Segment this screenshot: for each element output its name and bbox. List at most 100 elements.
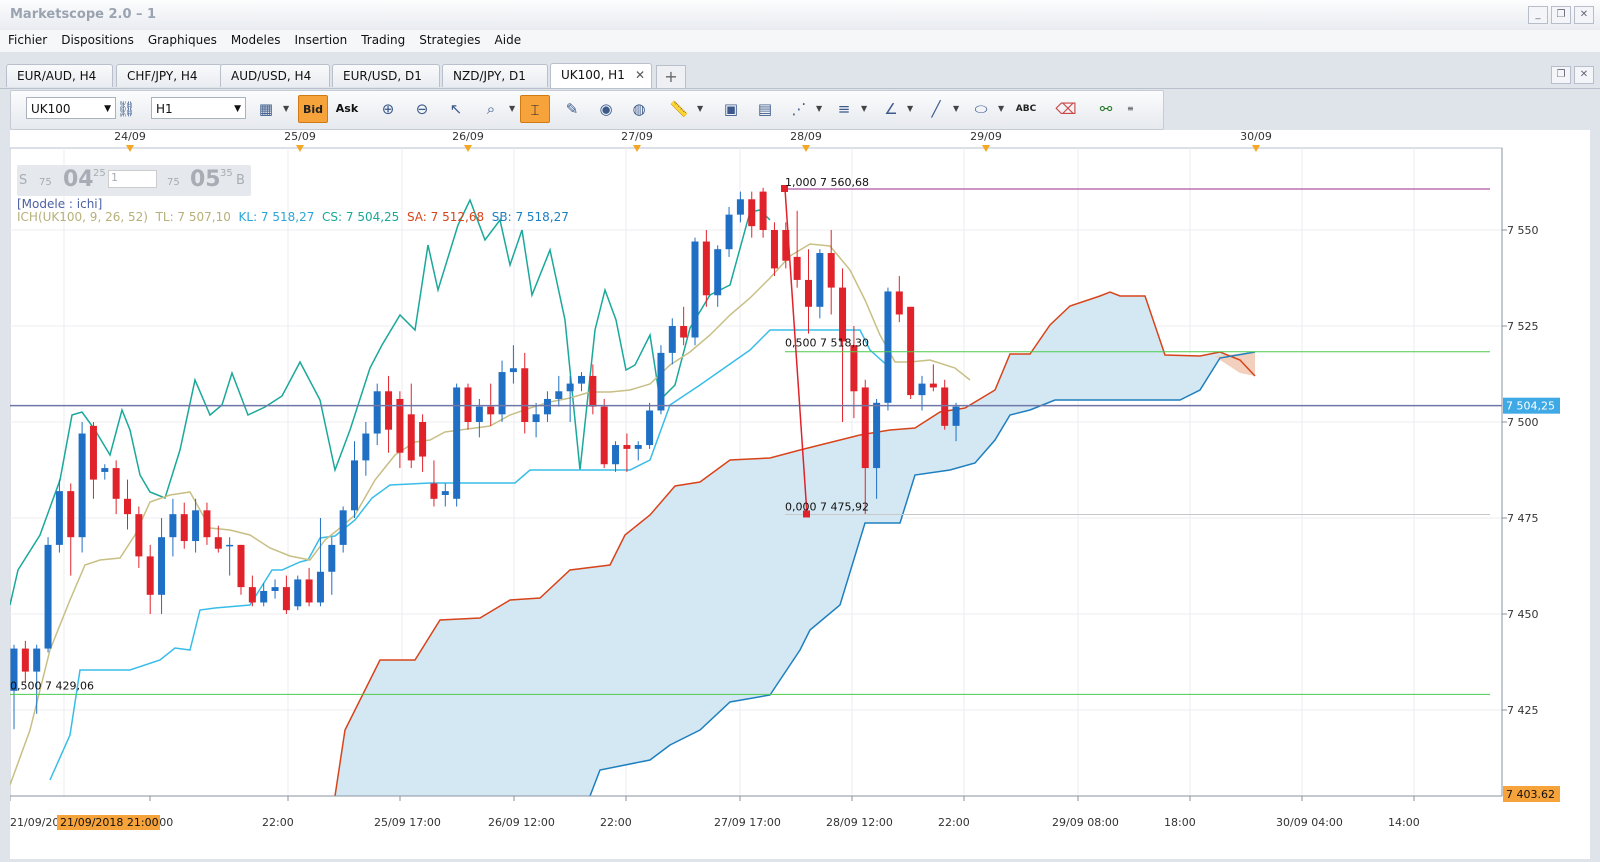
minimize-button[interactable]: _	[1528, 6, 1548, 24]
restore-chart-button[interactable]: ❐	[1551, 66, 1571, 84]
tab-uk100[interactable]: UK100, H1 ✕	[550, 63, 652, 88]
ask-button[interactable]: Ask	[332, 95, 362, 123]
edit-icon[interactable]: ✎	[557, 95, 587, 123]
window-icon[interactable]: ▤	[750, 95, 780, 123]
candle-body	[578, 375, 585, 384]
maximize-button[interactable]: ❐	[1551, 6, 1571, 24]
sell-small: 75	[39, 177, 52, 188]
price-axis	[1503, 130, 1590, 859]
chevron-down-icon: ▼	[234, 104, 241, 114]
zoom-in-icon[interactable]: ⊕	[373, 95, 403, 123]
time-tick-label: 21/09/20	[10, 816, 59, 829]
add-tab-button[interactable]: +	[656, 65, 686, 89]
indicator-icon[interactable]: ⋰	[784, 95, 814, 123]
menu-fichier[interactable]: Fichier	[0, 30, 53, 47]
price-chart[interactable]: 1,000 7 560,68 0,500 7 518,30 0,000 7 475,…	[9, 130, 1590, 859]
candle-body	[55, 491, 63, 545]
bid-button[interactable]: Bid	[298, 95, 328, 123]
candle-body	[180, 514, 188, 542]
close-button[interactable]: ✕	[1574, 6, 1594, 24]
symbol-select[interactable]: UK100 ▼	[26, 97, 116, 119]
candle-body	[214, 537, 222, 549]
candle	[44, 537, 52, 653]
link-icon[interactable]: ⛓	[111, 95, 141, 123]
cs-value: CS: 7 504,25	[322, 210, 400, 224]
ellipse-icon[interactable]: ⬭	[966, 95, 996, 123]
chevron-down-icon[interactable]: ▼	[697, 95, 703, 123]
top-date-label: 29/09	[970, 130, 1002, 143]
candle-body	[589, 375, 597, 407]
tab-chf-jpy[interactable]: CHF/JPY, H4	[116, 64, 222, 87]
tab-nzd-jpy[interactable]: NZD/JPY, D1	[442, 64, 548, 87]
candle-body	[101, 468, 109, 472]
amount-input[interactable]: 1	[108, 170, 157, 188]
chevron-down-icon[interactable]: ▼	[907, 95, 913, 123]
template-label: [Modele : ichi]	[17, 197, 103, 211]
candle-body	[873, 402, 881, 469]
close-chart-button[interactable]: ✕	[1574, 66, 1594, 84]
fan-icon[interactable]: ∠	[876, 95, 906, 123]
menu-aide[interactable]: Aide	[487, 30, 528, 47]
cursor-icon[interactable]: ↖	[441, 95, 471, 123]
magnifier-icon[interactable]: ⌕	[476, 95, 506, 123]
tab-aud-usd[interactable]: AUD/USD, H4	[220, 64, 330, 87]
close-tab-icon[interactable]: ✕	[635, 64, 645, 87]
hierarchy-icon[interactable]: ⚯	[1091, 95, 1121, 123]
candle-body	[736, 199, 744, 215]
candle-body	[362, 433, 370, 461]
ruler-icon[interactable]: 📏	[664, 95, 694, 123]
candle-body	[373, 391, 381, 434]
eraser-icon[interactable]: ⌫	[1051, 95, 1081, 123]
timeframe-select[interactable]: H1 ▼	[151, 97, 246, 119]
tab-eur-aud[interactable]: EUR/AUD, H4	[6, 64, 113, 87]
crosshair-icon[interactable]: ⌶	[520, 95, 550, 123]
menu-trading[interactable]: Trading	[353, 30, 411, 47]
candle-body	[305, 579, 313, 603]
sell-label[interactable]: S	[19, 173, 27, 188]
candle-body	[646, 410, 654, 446]
time-tick-label: 29/09 08:00	[1052, 816, 1119, 829]
chevron-down-icon[interactable]: ▼	[953, 95, 959, 123]
candle-body	[634, 445, 642, 449]
globe-icon[interactable]: ◍	[624, 95, 654, 123]
top-date-label: 30/09	[1240, 130, 1272, 143]
candle-body	[691, 241, 699, 338]
buy-label[interactable]: B	[236, 173, 245, 188]
chevron-down-icon[interactable]: ▼	[816, 95, 822, 123]
candle-body	[623, 445, 631, 449]
chart-area[interactable]: 1,000 7 560,68 0,500 7 518,30 0,000 7 475,…	[9, 130, 1590, 859]
menu-insertion[interactable]: Insertion	[287, 30, 354, 47]
candle-body	[419, 422, 427, 457]
zoom-out-icon[interactable]: ⊖	[407, 95, 437, 123]
chart-type-icon[interactable]: ▦	[251, 95, 281, 123]
chevron-down-icon[interactable]: ▼	[283, 95, 289, 123]
time-tick-label: 22:00	[262, 816, 294, 829]
menu-modeles[interactable]: Modeles	[223, 30, 287, 47]
menu-graphiques[interactable]: Graphiques	[140, 30, 223, 47]
candle-body	[226, 544, 234, 547]
trade-box[interactable]: S 75 04 25 1 75 05 35 B	[17, 165, 251, 196]
chart-toolbar: UK100 ▼ ⛓ H1 ▼ ▦ ▼ Bid Ask ⊕ ⊖ ↖ ⌕ ▼ ⌶ ✎ ◉…	[10, 90, 1164, 130]
chevron-down-icon[interactable]: ▼	[861, 95, 867, 123]
menu-dispositions[interactable]: Dispositions	[53, 30, 140, 47]
candle-body	[884, 291, 892, 403]
pen-icon[interactable]: ╱	[921, 95, 951, 123]
candle-body	[680, 326, 688, 338]
lines-icon[interactable]: ≡	[829, 95, 859, 123]
text-tool-icon[interactable]: ABC	[1011, 95, 1041, 123]
eye-icon[interactable]: ◉	[591, 95, 621, 123]
toolbar-menu-icon[interactable]: ≡	[1127, 95, 1134, 123]
candle-body	[555, 391, 563, 399]
candle-body	[135, 514, 143, 557]
chevron-down-icon[interactable]: ▼	[509, 95, 515, 123]
menu-strategies[interactable]: Strategies	[411, 30, 486, 47]
time-tick-label: 27/09 17:00	[714, 816, 781, 829]
candle	[770, 222, 778, 277]
buy-price[interactable]: 05	[190, 167, 221, 192]
candle-body	[918, 383, 926, 396]
chevron-down-icon[interactable]: ▼	[998, 95, 1004, 123]
sell-price[interactable]: 04	[63, 167, 94, 192]
candle-body	[816, 253, 824, 307]
tab-eur-usd[interactable]: EUR/USD, D1	[332, 64, 440, 87]
image-icon[interactable]: ▣	[716, 95, 746, 123]
